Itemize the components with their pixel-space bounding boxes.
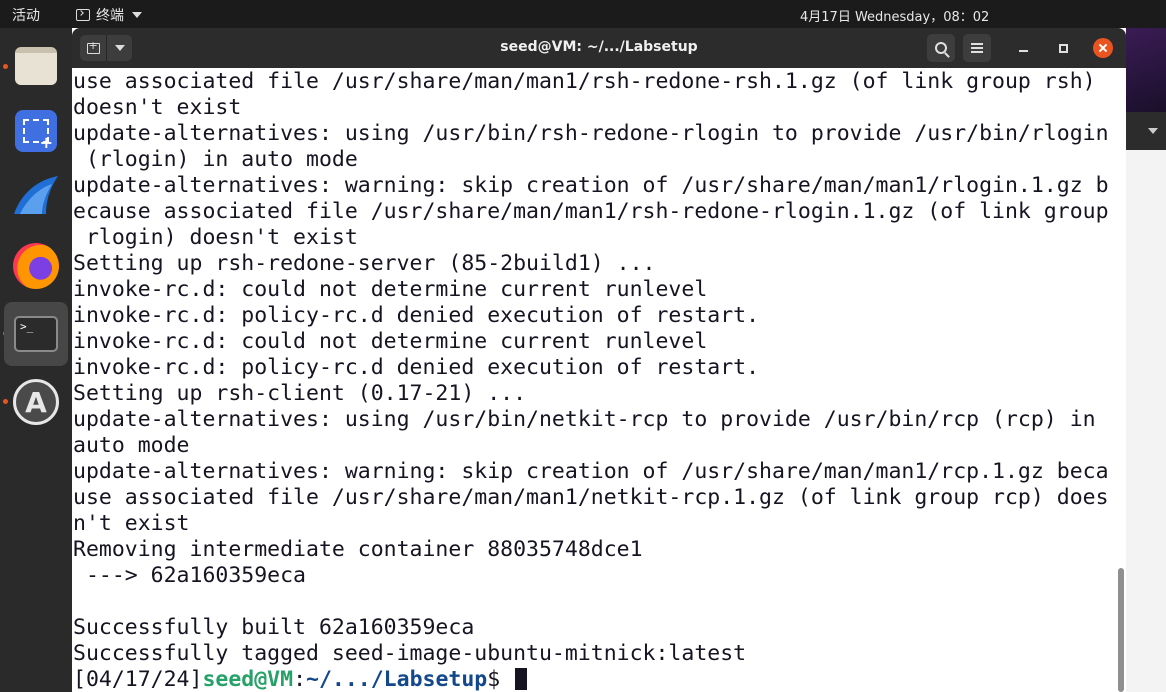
- terminal-line: n't exist: [73, 511, 190, 536]
- prompt-user: seed@VM: [202, 667, 294, 692]
- prompt-separator: :: [293, 667, 307, 692]
- text-cursor: [515, 668, 528, 690]
- terminal-line: update-alternatives: using /usr/bin/rsh-…: [73, 121, 1109, 146]
- dock-item-files[interactable]: [4, 34, 68, 98]
- terminal-line: (rlogin) in auto mode: [73, 147, 358, 172]
- prompt-date: [04/17/24]: [73, 667, 203, 692]
- chevron-down-icon: [1148, 128, 1158, 134]
- background-toolbar: [1126, 112, 1166, 150]
- prompt-symbol: $: [487, 667, 514, 692]
- terminal-line: Setting up rsh-redone-server (85-2build1…: [73, 251, 656, 276]
- dock: >_ A: [0, 28, 72, 692]
- terminal-line: invoke-rc.d: policy-rc.d denied executio…: [73, 303, 760, 328]
- clock[interactable]: 4月17日 Wednesday，08：02: [800, 6, 989, 25]
- shell-prompt[interactable]: [04/17/24]seed@VM:~/.../Labsetup$: [72, 667, 1114, 692]
- terminal-line: ecause associated file /usr/share/man/ma…: [73, 199, 1109, 224]
- minimize-icon: [1018, 50, 1028, 52]
- hamburger-menu-icon: [971, 43, 983, 53]
- minimize-button[interactable]: [1013, 38, 1033, 58]
- prompt-path: ~/.../Labsetup: [306, 667, 488, 692]
- terminal-icon: [76, 9, 90, 21]
- activities-button[interactable]: 活动: [12, 5, 40, 25]
- terminal-line: invoke-rc.d: could not determine current…: [73, 329, 708, 354]
- terminal-line: use associated file /usr/share/man/man1/…: [73, 69, 1096, 94]
- terminal-line: rlogin) doesn't exist: [73, 225, 358, 250]
- terminal-line: auto mode: [73, 433, 190, 458]
- maximize-button[interactable]: [1053, 38, 1073, 58]
- terminal-line: Setting up rsh-client (0.17-21) ...: [73, 381, 527, 406]
- close-button[interactable]: [1093, 38, 1113, 58]
- terminal-line: Successfully tagged seed-image-ubuntu-mi…: [73, 641, 747, 666]
- menu-button[interactable]: [963, 34, 991, 62]
- wireshark-icon: [14, 176, 58, 214]
- terminal-line: ---> 62a160359eca: [73, 563, 306, 588]
- software-store-icon: A: [13, 379, 59, 425]
- screenshot-icon: [15, 110, 57, 152]
- terminal-icon: >_: [14, 316, 58, 352]
- search-button[interactable]: [927, 34, 955, 62]
- scrollbar[interactable]: [1118, 568, 1124, 692]
- dock-item-software[interactable]: A: [4, 370, 68, 434]
- close-icon: [1093, 38, 1113, 58]
- files-icon: [15, 47, 57, 85]
- terminal-line: invoke-rc.d: policy-rc.d denied executio…: [73, 355, 760, 380]
- dock-item-screenshot[interactable]: [4, 99, 68, 163]
- dock-item-terminal[interactable]: >_: [4, 302, 68, 366]
- app-menu-label: 终端: [96, 8, 124, 24]
- desktop-wallpaper: [1126, 28, 1166, 112]
- terminal-line: Successfully built 62a160359eca: [73, 615, 475, 640]
- dock-item-wireshark[interactable]: [4, 164, 68, 228]
- terminal-line: update-alternatives: warning: skip creat…: [73, 173, 1109, 198]
- terminal-output[interactable]: use associated file /usr/share/man/man1/…: [72, 68, 1114, 692]
- terminal-line: invoke-rc.d: could not determine current…: [73, 277, 708, 302]
- maximize-icon: [1058, 43, 1068, 53]
- background-window: [1126, 28, 1166, 692]
- dock-item-firefox[interactable]: [4, 234, 68, 298]
- terminal-line: update-alternatives: using /usr/bin/netk…: [73, 407, 1096, 432]
- scrollbar-thumb[interactable]: [1118, 568, 1124, 692]
- terminal-line: Removing intermediate container 88035748…: [73, 537, 643, 562]
- chevron-down-icon: [132, 12, 142, 18]
- app-menu[interactable]: 终端: [76, 5, 142, 25]
- terminal-window: seed@VM: ~/.../Labsetup use associated f…: [72, 28, 1126, 692]
- top-bar: 活动 终端 4月17日 Wednesday，08：02: [0, 0, 1166, 28]
- firefox-icon: [13, 243, 59, 289]
- terminal-line: update-alternatives: warning: skip creat…: [73, 459, 1109, 484]
- terminal-line: doesn't exist: [73, 95, 242, 120]
- terminal-line: use associated file /usr/share/man/man1/…: [73, 485, 1109, 510]
- search-icon: [935, 42, 947, 54]
- header-bar: seed@VM: ~/.../Labsetup: [72, 28, 1126, 68]
